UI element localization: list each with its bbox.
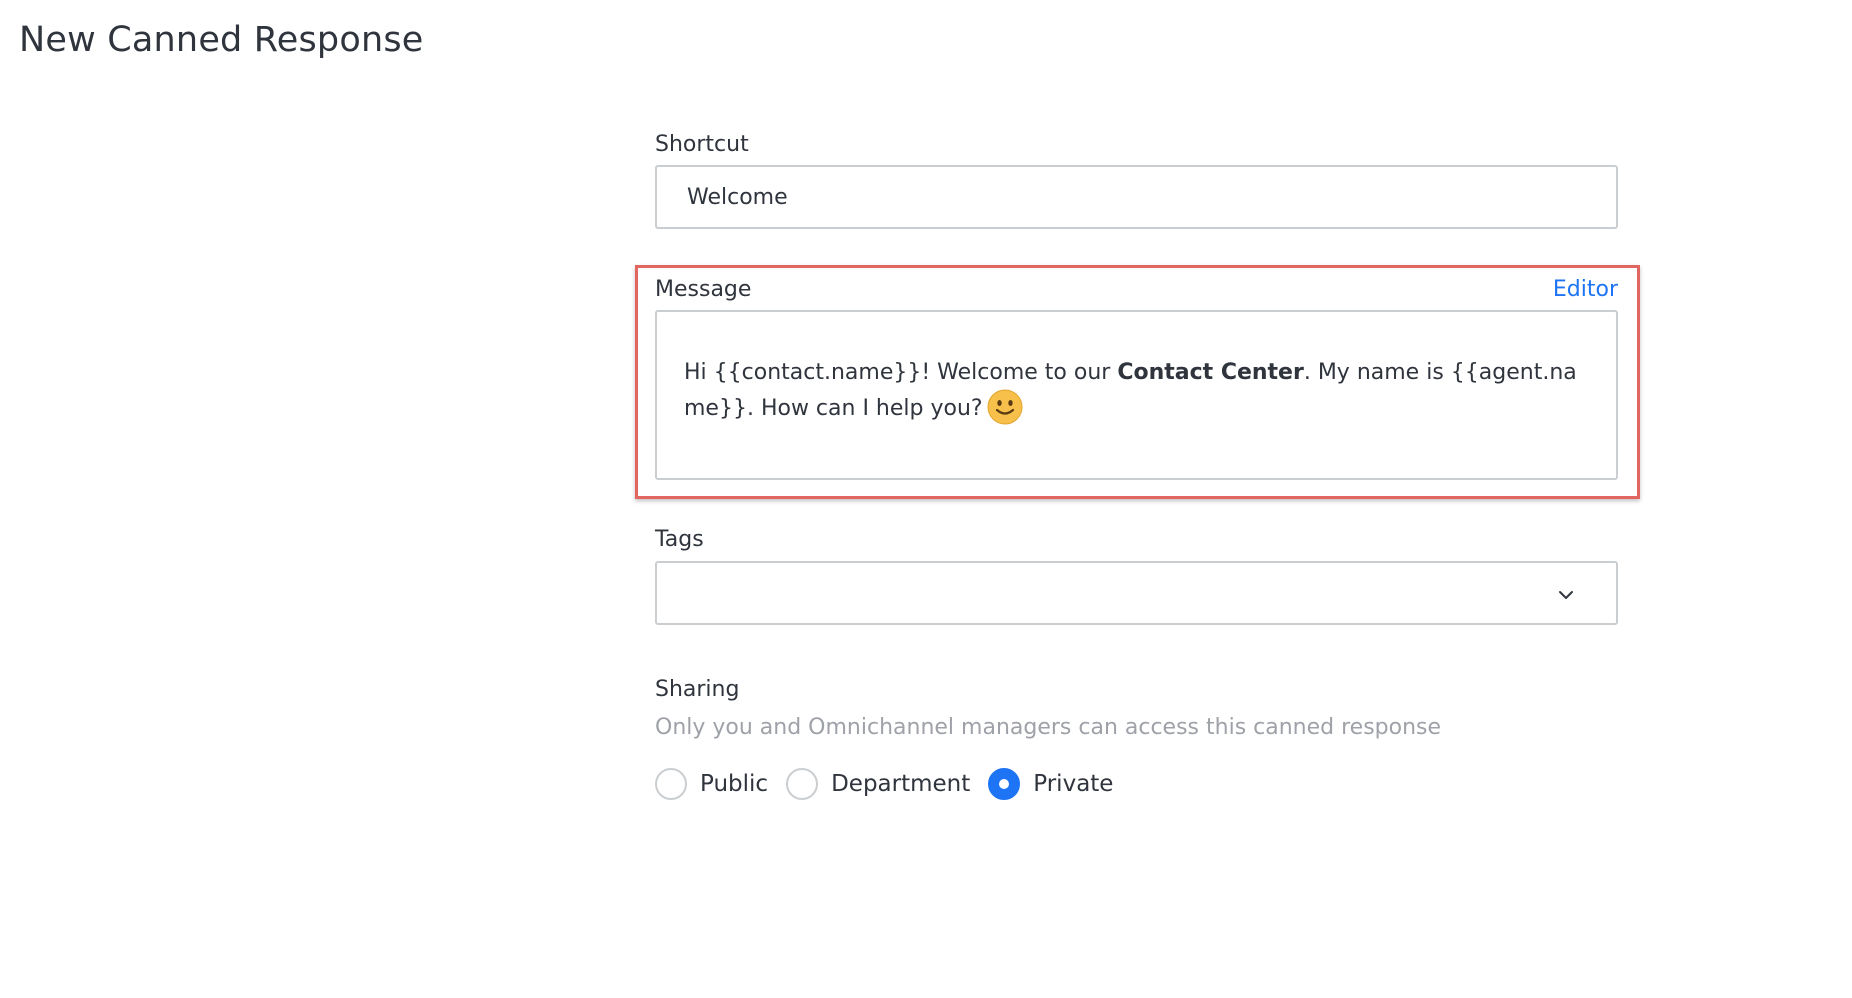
chevron-down-icon bbox=[1556, 585, 1576, 605]
message-label: Message bbox=[655, 277, 752, 302]
sharing-field: Sharing Only you and Omnichannel manager… bbox=[655, 675, 1618, 800]
sharing-label: Sharing bbox=[655, 677, 740, 702]
radio-department[interactable] bbox=[786, 768, 819, 800]
radio-private[interactable] bbox=[988, 768, 1021, 800]
radio-public-label: Public bbox=[700, 771, 769, 797]
tags-select[interactable] bbox=[655, 561, 1618, 625]
radio-option-department[interactable]: Department bbox=[786, 768, 970, 800]
radio-private-label: Private bbox=[1033, 771, 1114, 797]
tags-label: Tags bbox=[655, 527, 704, 552]
editor-link[interactable]: Editor bbox=[1553, 275, 1618, 305]
message-text-before: Hi {{contact.name}}! Welcome to our bbox=[684, 360, 1118, 385]
shortcut-label: Shortcut bbox=[655, 132, 749, 157]
message-bold-text: Contact Center bbox=[1117, 360, 1304, 385]
radio-option-private[interactable]: Private bbox=[988, 768, 1113, 800]
radio-department-label: Department bbox=[831, 771, 971, 797]
tags-field: Tags bbox=[655, 525, 1618, 625]
message-field: Message Editor Hi {{contact.name}}! Welc… bbox=[655, 275, 1618, 480]
shortcut-input[interactable] bbox=[655, 165, 1618, 229]
page-title: New Canned Response bbox=[19, 20, 424, 60]
sharing-hint: Only you and Omnichannel managers can ac… bbox=[655, 715, 1442, 740]
message-textarea[interactable]: Hi {{contact.name}}! Welcome to our Cont… bbox=[655, 310, 1618, 480]
shortcut-field: Shortcut bbox=[655, 130, 1618, 229]
radio-public[interactable] bbox=[655, 768, 687, 800]
slightly-smiling-face-icon bbox=[987, 389, 1023, 425]
sharing-radio-group: Public Department Private bbox=[655, 768, 1131, 800]
radio-option-public[interactable]: Public bbox=[655, 768, 768, 800]
